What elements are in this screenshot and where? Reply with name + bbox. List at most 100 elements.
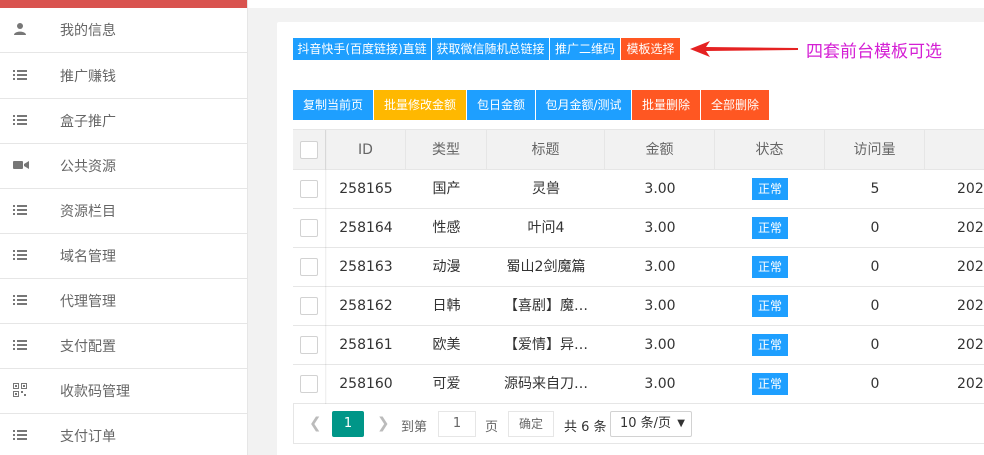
fixed-column-shadow <box>325 130 327 404</box>
copy-current-page-button[interactable]: 复制当前页 <box>293 90 373 120</box>
list-icon <box>13 293 27 307</box>
row-checkbox[interactable] <box>300 258 318 276</box>
bulk-edit-amount-button[interactable]: 批量修改金额 <box>374 90 466 120</box>
row-checkbox[interactable] <box>300 336 318 354</box>
annotation-arrow-icon <box>690 41 798 57</box>
sidebar-item-public-resources[interactable]: 公共资源 <box>0 144 248 189</box>
sidebar-item-label: 盒子推广 <box>60 114 116 130</box>
header-checkbox-cell <box>293 130 326 171</box>
table-row: 258163 动漫 蜀山2剑魔篇 3.00 正常 0 2020 <box>293 248 984 287</box>
column-header[interactable]: 标题 <box>487 130 605 171</box>
cell-type: 可爱 <box>432 376 461 392</box>
cell-views: 5 <box>870 181 880 197</box>
sidebar-item-my-info[interactable]: 我的信息 <box>0 8 248 53</box>
video-camera-icon <box>13 158 29 172</box>
sidebar-item-qrcode-management[interactable]: 收款码管理 <box>0 369 248 414</box>
chevron-down-icon: ▼ <box>677 418 685 429</box>
cell-title: 叶问4 <box>527 220 565 236</box>
sidebar-item-agent-management[interactable]: 代理管理 <box>0 279 248 324</box>
page-size-select[interactable]: 10 条/页 ▼ <box>610 411 692 437</box>
sidebar-item-payment-orders[interactable]: 支付订单 <box>0 414 248 455</box>
goto-confirm-button[interactable]: 确定 <box>508 411 554 437</box>
list-icon <box>13 338 27 352</box>
daily-amount-button[interactable]: 包日金额 <box>467 90 535 120</box>
sidebar-item-payment-config[interactable]: 支付配置 <box>0 324 248 369</box>
row-checkbox[interactable] <box>300 297 318 315</box>
current-page-button[interactable]: 1 <box>332 411 364 437</box>
promo-qrcode-button[interactable]: 推广二维码 <box>550 38 620 60</box>
sidebar-item-label: 公共资源 <box>60 159 116 175</box>
status-badge[interactable]: 正常 <box>751 334 788 356</box>
cell-title: 【爱情】异… <box>504 337 588 353</box>
cell-id: 258161 <box>339 337 393 353</box>
monthly-amount-button[interactable]: 包月金额/测试 <box>536 90 631 120</box>
cell-date: 2020 <box>957 298 984 314</box>
goto-page-input[interactable]: 1 <box>438 411 476 437</box>
cell-views: 0 <box>870 220 880 236</box>
sidebar-item-label: 代理管理 <box>60 294 116 310</box>
status-badge[interactable]: 正常 <box>751 373 788 395</box>
cell-amount: 3.00 <box>644 376 676 392</box>
status-badge[interactable]: 正常 <box>751 217 788 239</box>
sidebar: 我的信息 推广赚钱 盒子推广 公共资源 资源栏目 域名管理 代理管理 支付配置 … <box>0 0 248 455</box>
cell-amount: 3.00 <box>644 337 676 353</box>
cell-title: 灵兽 <box>532 181 560 197</box>
sidebar-item-label: 支付订单 <box>60 429 116 445</box>
cell-title: 【喜剧】魔… <box>504 298 588 314</box>
row-checkbox[interactable] <box>300 375 318 393</box>
goto-suffix-label: 页 <box>485 420 499 435</box>
table-header: ID 类型 标题 金额 状态 访问量 <box>293 129 984 171</box>
cell-date: 2020 <box>957 181 984 197</box>
cell-type: 动漫 <box>432 259 461 275</box>
cell-amount: 3.00 <box>644 181 676 197</box>
cell-amount: 3.00 <box>644 220 676 236</box>
cell-id: 258162 <box>339 298 393 314</box>
annotation-text: 四套前台模板可选 <box>806 42 942 62</box>
table-row: 258164 性感 叶问4 3.00 正常 0 2020 <box>293 209 984 248</box>
cell-views: 0 <box>870 298 880 314</box>
list-icon <box>13 203 27 217</box>
select-all-checkbox[interactable] <box>300 141 318 159</box>
status-badge[interactable]: 正常 <box>751 256 788 278</box>
sidebar-item-domain-management[interactable]: 域名管理 <box>0 234 248 279</box>
list-icon <box>13 68 27 82</box>
row-checkbox[interactable] <box>300 219 318 237</box>
sidebar-item-label: 我的信息 <box>60 23 116 39</box>
column-header[interactable]: 类型 <box>406 130 487 171</box>
delete-all-button[interactable]: 全部删除 <box>701 90 769 120</box>
sidebar-item-box-promote[interactable]: 盒子推广 <box>0 99 248 144</box>
cell-id: 258160 <box>339 376 393 392</box>
column-header[interactable]: ID <box>326 130 406 171</box>
cell-type: 日韩 <box>432 298 461 314</box>
row-checkbox[interactable] <box>300 180 318 198</box>
cell-date: 2021 <box>957 376 984 392</box>
list-icon <box>13 113 27 127</box>
cell-title: 源码来自刀… <box>504 376 588 392</box>
cell-views: 0 <box>870 337 880 353</box>
main-top-strip <box>248 0 984 8</box>
sidebar-top-accent <box>0 0 247 8</box>
status-badge[interactable]: 正常 <box>751 178 788 200</box>
next-page-icon[interactable]: ❯ <box>377 414 390 432</box>
sidebar-item-label: 推广赚钱 <box>60 69 116 85</box>
cell-id: 258164 <box>339 220 393 236</box>
column-header[interactable]: 状态 <box>715 130 825 171</box>
status-badge[interactable]: 正常 <box>751 295 788 317</box>
sidebar-item-resource-columns[interactable]: 资源栏目 <box>0 189 248 234</box>
cell-date: 2020 <box>957 220 984 236</box>
cell-id: 258165 <box>339 181 393 197</box>
column-header[interactable]: 金额 <box>605 130 715 171</box>
prev-page-icon[interactable]: ❮ <box>309 414 322 432</box>
sidebar-item-label: 资源栏目 <box>60 204 116 220</box>
template-select-button[interactable]: 模板选择 <box>621 38 680 60</box>
wechat-link-button[interactable]: 获取微信随机总链接 <box>432 38 549 60</box>
bulk-delete-button[interactable]: 批量删除 <box>632 90 700 120</box>
douyin-link-button[interactable]: 抖音快手(百度链接)直链 <box>293 38 431 60</box>
list-icon <box>13 248 27 262</box>
sidebar-item-label: 支付配置 <box>60 339 116 355</box>
cell-views: 0 <box>870 259 880 275</box>
sidebar-item-label: 域名管理 <box>60 249 116 265</box>
column-header[interactable]: 访问量 <box>825 130 925 171</box>
cell-status: 正常 <box>715 287 825 325</box>
sidebar-item-promote-earn[interactable]: 推广赚钱 <box>0 54 248 99</box>
